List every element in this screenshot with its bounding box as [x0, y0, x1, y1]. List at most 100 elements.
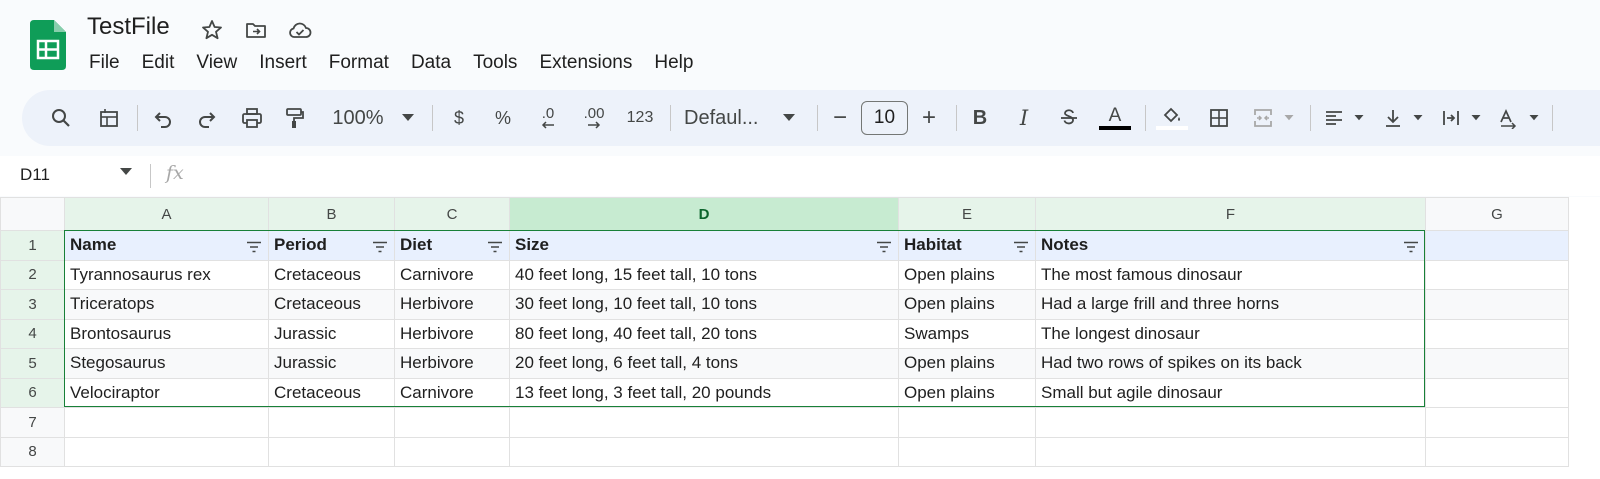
- table-cell[interactable]: Tyrannosaurus rex: [64, 259, 269, 290]
- header-cell[interactable]: Name: [64, 230, 269, 261]
- vertical-align-icon[interactable]: [1378, 100, 1408, 136]
- menu-data[interactable]: Data: [400, 50, 462, 76]
- text-rotation-dropdown-icon[interactable]: [1526, 100, 1542, 136]
- undo-icon[interactable]: [148, 100, 178, 136]
- decrease-font-size-button[interactable]: −: [825, 100, 855, 136]
- header-cell[interactable]: Period: [268, 230, 395, 261]
- bold-button[interactable]: B: [965, 100, 995, 136]
- column-header-b[interactable]: B: [268, 197, 395, 231]
- table-cell[interactable]: Velociraptor: [64, 377, 269, 408]
- increase-decimal-button[interactable]: .00: [577, 100, 611, 136]
- table-cell[interactable]: [268, 407, 395, 438]
- row-header[interactable]: 8: [0, 436, 65, 467]
- more-formats-button[interactable]: 123: [622, 100, 658, 136]
- strikethrough-icon[interactable]: [1054, 100, 1084, 136]
- table-cell[interactable]: [1425, 436, 1569, 467]
- table-cell[interactable]: [1035, 407, 1426, 438]
- redo-icon[interactable]: [192, 100, 222, 136]
- text-wrapping-icon[interactable]: [1436, 100, 1466, 136]
- table-cell[interactable]: [1425, 318, 1569, 349]
- table-cell[interactable]: Had two rows of spikes on its back: [1035, 348, 1426, 379]
- header-cell[interactable]: Diet: [394, 230, 510, 261]
- decrease-decimal-button[interactable]: .0: [533, 100, 563, 136]
- table-cell[interactable]: 40 feet long, 15 feet tall, 10 tons: [509, 259, 899, 290]
- table-cell[interactable]: [509, 436, 899, 467]
- filter-icon[interactable]: [372, 238, 388, 258]
- document-title[interactable]: TestFile: [87, 13, 170, 41]
- row-header[interactable]: 4: [0, 318, 65, 349]
- table-cell[interactable]: 30 feet long, 10 feet tall, 10 tons: [509, 289, 899, 320]
- table-cell[interactable]: The longest dinosaur: [1035, 318, 1426, 349]
- table-cell[interactable]: [1425, 259, 1569, 290]
- zoom-dropdown-icon[interactable]: [398, 100, 418, 136]
- table-cell[interactable]: Cretaceous: [268, 289, 395, 320]
- increase-font-size-button[interactable]: +: [914, 100, 944, 136]
- column-header-g[interactable]: G: [1425, 197, 1569, 231]
- table-cell[interactable]: Brontosaurus: [64, 318, 269, 349]
- row-header[interactable]: 7: [0, 407, 65, 438]
- menu-extensions[interactable]: Extensions: [528, 50, 643, 76]
- print-icon[interactable]: [237, 100, 267, 136]
- menu-file[interactable]: File: [78, 50, 131, 76]
- table-cell[interactable]: Jurassic: [268, 318, 395, 349]
- menu-view[interactable]: View: [185, 50, 248, 76]
- sheets-logo-icon[interactable]: [30, 20, 66, 70]
- text-wrapping-dropdown-icon[interactable]: [1468, 100, 1484, 136]
- table-cell[interactable]: 80 feet long, 40 feet tall, 20 tons: [509, 318, 899, 349]
- zoom-select[interactable]: 100%: [328, 100, 388, 136]
- filter-icon[interactable]: [876, 238, 892, 258]
- star-icon[interactable]: [197, 15, 227, 45]
- table-cell[interactable]: [1035, 436, 1426, 467]
- table-cell[interactable]: 13 feet long, 3 feet tall, 20 pounds: [509, 377, 899, 408]
- text-color-button[interactable]: A: [1098, 100, 1132, 136]
- move-folder-icon[interactable]: [241, 15, 271, 45]
- merge-dropdown-icon[interactable]: [1281, 100, 1297, 136]
- filter-icon[interactable]: [1403, 238, 1419, 258]
- filter-icon[interactable]: [246, 238, 262, 258]
- table-cell[interactable]: Open plains: [898, 259, 1036, 290]
- table-cell[interactable]: Open plains: [898, 289, 1036, 320]
- menu-insert[interactable]: Insert: [248, 50, 318, 76]
- table-cell[interactable]: Carnivore: [394, 259, 510, 290]
- fill-color-button[interactable]: [1155, 100, 1189, 136]
- header-cell[interactable]: Habitat: [898, 230, 1036, 261]
- table-cell[interactable]: Herbivore: [394, 348, 510, 379]
- menu-tools[interactable]: Tools: [462, 50, 528, 76]
- menu-format[interactable]: Format: [318, 50, 400, 76]
- format-percent-button[interactable]: %: [488, 100, 518, 136]
- table-cell[interactable]: [64, 407, 269, 438]
- font-dropdown-icon[interactable]: [779, 100, 799, 136]
- table-cell[interactable]: The most famous dinosaur: [1035, 259, 1426, 290]
- column-header-a[interactable]: A: [64, 197, 269, 231]
- table-cell[interactable]: [394, 436, 510, 467]
- table-cell[interactable]: [1425, 407, 1569, 438]
- filter-icon[interactable]: [1013, 238, 1029, 258]
- cloud-saved-icon[interactable]: [285, 15, 315, 45]
- name-box-dropdown-icon[interactable]: [120, 168, 132, 176]
- column-header-c[interactable]: C: [394, 197, 510, 231]
- table-cell[interactable]: Jurassic: [268, 348, 395, 379]
- horizontal-align-icon[interactable]: [1319, 100, 1349, 136]
- table-cell[interactable]: [898, 407, 1036, 438]
- table-cell[interactable]: [509, 407, 899, 438]
- row-header[interactable]: 6: [0, 377, 65, 408]
- row-header[interactable]: 1: [0, 230, 65, 261]
- new-table-icon[interactable]: [94, 100, 124, 136]
- search-menus-icon[interactable]: [46, 100, 76, 136]
- table-cell[interactable]: [1425, 230, 1569, 261]
- table-cell[interactable]: Small but agile dinosaur: [1035, 377, 1426, 408]
- table-cell[interactable]: Cretaceous: [268, 377, 395, 408]
- menu-help[interactable]: Help: [643, 50, 704, 76]
- table-cell[interactable]: Herbivore: [394, 289, 510, 320]
- table-cell[interactable]: [1425, 348, 1569, 379]
- table-cell[interactable]: Herbivore: [394, 318, 510, 349]
- table-cell[interactable]: [268, 436, 395, 467]
- merge-cells-icon[interactable]: [1248, 100, 1278, 136]
- row-header[interactable]: 2: [0, 259, 65, 290]
- table-cell[interactable]: Open plains: [898, 348, 1036, 379]
- paint-format-icon[interactable]: [280, 100, 310, 136]
- font-size-input[interactable]: 10: [861, 101, 908, 135]
- column-header-d[interactable]: D: [509, 197, 899, 231]
- header-cell[interactable]: Size: [509, 230, 899, 261]
- table-cell[interactable]: [1425, 377, 1569, 408]
